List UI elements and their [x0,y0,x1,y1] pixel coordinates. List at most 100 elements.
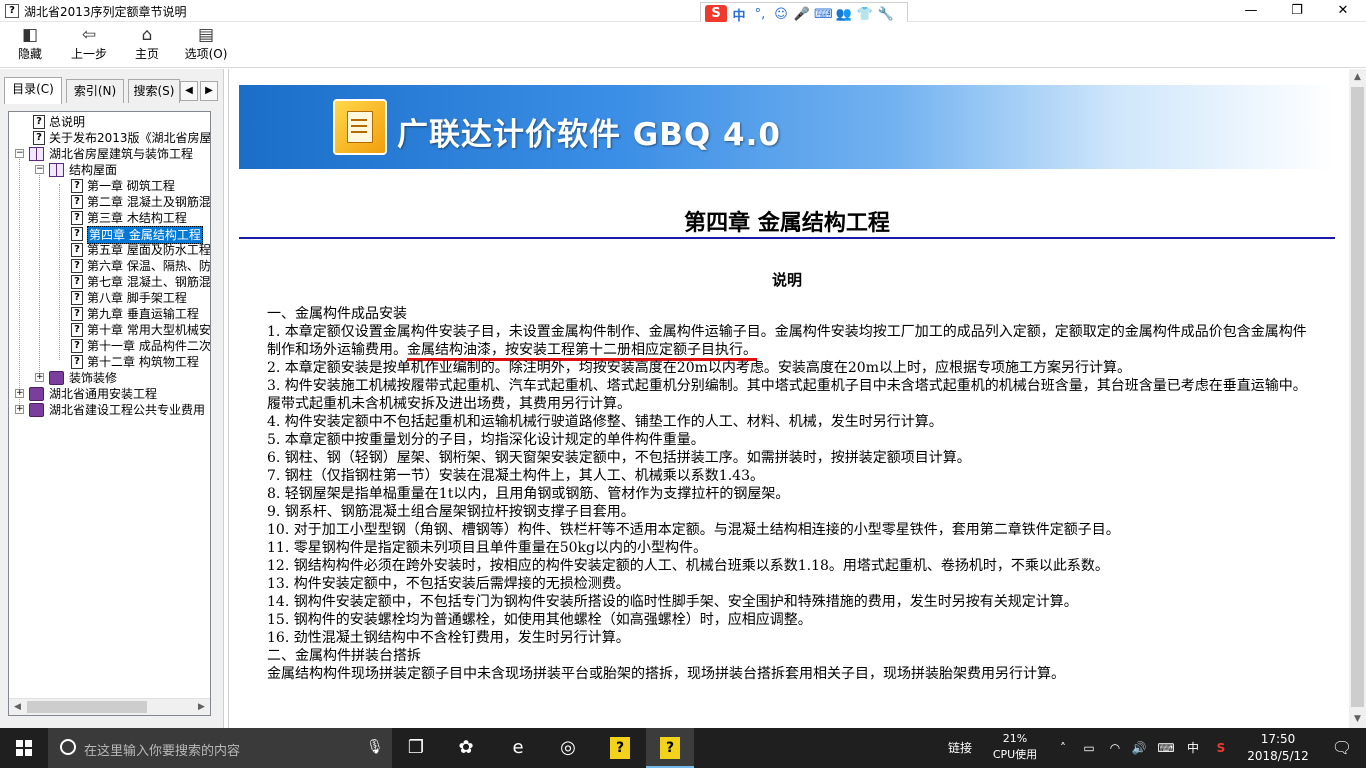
help-page-icon: ? [71,291,83,305]
expand-icon[interactable]: + [15,389,24,398]
task-view-icon[interactable]: ❐ [392,728,440,768]
options-button[interactable]: ▤ 选项(O) [182,24,230,66]
tree-item-label: 结构屋面 [69,163,118,177]
edge-browser-icon[interactable]: e [494,728,542,768]
tree-item-decoration[interactable]: + 装饰装修 [9,370,209,386]
tree-item-chapter-2[interactable]: ? 第二章 混凝土及钢筋混 [9,194,210,210]
cpu-percent: 21% [1002,732,1028,745]
scroll-down-icon[interactable]: ▼ [1349,711,1366,728]
tree-item-chapter-11[interactable]: ? 第十一章 成品构件二次 [9,338,211,354]
book-open-icon [49,163,64,177]
tree-item-chapter-12[interactable]: ? 第十二章 构筑物工程 [9,354,209,370]
clock[interactable]: 17:50 2018/5/12 [1242,731,1314,765]
help-page-icon: ? [71,339,83,353]
swirl-app-icon[interactable]: ◎ [544,728,592,768]
taskbar-search-box[interactable]: 在这里输入你要搜索的内容 🎙 [48,728,392,768]
show-hidden-icons-icon[interactable]: ˄ [1052,728,1074,768]
tree-item-chapter-3[interactable]: ? 第三章 木结构工程 [9,210,209,226]
ime-emoji-icon[interactable]: ☺ [772,7,790,22]
tree-item-chapter-6[interactable]: ? 第六章 保温、隔热、防 [9,258,210,274]
tree-item-chapter-1[interactable]: ? 第一章 砌筑工程 [9,178,209,194]
product-brand: 广联达计价软件 GBQ 4.0 [397,117,781,153]
help-app-active-icon[interactable]: ? [646,728,694,768]
tree-item-general-notes[interactable]: ? 总说明 [9,114,209,130]
maximize-button[interactable]: ❐ [1274,0,1320,22]
tree-item-chapter-10[interactable]: ? 第十章 常用大型机械安 [9,322,210,338]
ime-punctuation-toggle[interactable]: °, [751,7,769,22]
wifi-icon[interactable]: ◠ [1104,728,1126,768]
close-button[interactable]: ✕ [1320,0,1366,22]
scroll-right-icon[interactable]: ▶ [193,699,210,715]
input-language-indicator[interactable]: 中 [1182,728,1204,768]
tree-item-chapter-8[interactable]: ? 第八章 脚手架工程 [9,290,209,306]
ime-language-toggle[interactable]: 中 [730,5,748,24]
tree-item-label: 第十一章 成品构件二次 [87,339,211,353]
home-button[interactable]: ⌂ 主页 [128,24,166,66]
help-page-icon: ? [71,195,83,209]
tab-index[interactable]: 索引(N) [66,79,124,103]
touch-keyboard-icon[interactable]: ⌨ [1154,728,1178,768]
minimize-button[interactable]: — [1228,0,1274,22]
volume-icon[interactable]: 🔊 [1128,728,1150,768]
help-glyph: ? [610,737,630,759]
tab-search[interactable]: 搜索(S) [128,79,180,103]
paragraph: 6. 钢柱、钢（轻钢）屋架、钢桁架、钢天窗架安装定额中，不包括拼装工序。如需拼装… [267,450,971,466]
action-center-icon[interactable]: 🗨 [1322,728,1362,768]
ime-voice-icon[interactable]: 🎤 [793,7,811,22]
help-page-icon: ? [71,179,83,193]
link-toolbar[interactable]: 链接 [942,728,978,768]
tree-item-label: 总说明 [49,115,86,129]
help-app-icon[interactable]: ? [596,728,644,768]
cpu-label: CPU使用 [992,748,1038,761]
nav-tabs: 目录(C) 索引(N) 搜索(S) ◀ ▶ [4,77,220,104]
paragraph: 14. 钢构件安装定额中，不包括专门为钢构件安装所搭设的临时性脚手架、安全围护和… [267,594,1078,610]
paragraph: 1. 本章定额仅设置金属构件安装子目，未设置金属构件制作、金属构件运输子目。金属… [267,323,1307,359]
sogou-logo-icon[interactable]: S [705,5,727,23]
ime-skin-icon[interactable]: 👕 [856,7,874,22]
tree-item-release-notice[interactable]: ? 关于发布2013版《湖北省房屋 [9,130,210,146]
collapse-icon[interactable]: − [15,149,24,158]
sogou-tray-icon[interactable]: S [1210,728,1232,768]
tree-item-building-decoration[interactable]: − 湖北省房屋建筑与装饰工程 [9,146,209,162]
flower-app-icon[interactable]: ✿ [442,728,490,768]
tree-item-chapter-9[interactable]: ? 第九章 垂直运输工程 [9,306,209,322]
back-label: 上一步 [70,47,107,61]
tab-scroll-left-icon[interactable]: ◀ [180,81,198,101]
hide-button[interactable]: ◧ 隐藏 [10,24,50,66]
back-button[interactable]: ⇦ 上一步 [66,24,112,66]
start-button[interactable] [0,728,48,768]
ime-keyboard-icon[interactable]: ⌨ [814,7,833,22]
scroll-up-icon[interactable]: ▲ [1349,69,1366,86]
paragraph: 15. 钢构件的安装螺栓均为普通螺栓，如使用其他螺栓（如高强螺栓）时，应相应调整… [267,612,812,628]
title-divider [239,237,1335,239]
battery-icon[interactable]: ▭ [1078,728,1100,768]
ime-settings-icon[interactable]: 🔧 [877,7,895,22]
ime-user-icon[interactable]: 👥 [835,7,853,22]
cpu-usage[interactable]: 21% CPU使用 [984,731,1046,763]
expand-icon[interactable]: + [35,373,44,382]
tree-item-label: 第七章 混凝土、钢筋混 [87,275,211,289]
home-icon: ⌂ [141,25,153,45]
help-page-icon: ? [33,115,45,129]
tree-item-chapter-7[interactable]: ? 第七章 混凝土、钢筋混 [9,274,211,290]
scroll-left-icon[interactable]: ◀ [9,699,26,715]
microphone-icon[interactable]: 🎙 [366,739,384,755]
tree-item-general-installation[interactable]: + 湖北省通用安装工程 [9,386,209,402]
collapse-icon[interactable]: − [35,165,44,174]
content-vertical-scrollbar[interactable]: ▲ ▼ [1349,69,1366,728]
options-icon: ▤ [197,25,215,45]
paragraph: 5. 本章定额中按重量划分的子目，均指深化设计规定的单件构件重量。 [267,432,705,448]
help-page-icon: ? [71,243,83,257]
tree-item-chapter-5[interactable]: ? 第五章 屋面及防水工程 [9,242,210,258]
tree-horizontal-scrollbar[interactable]: ◀ ▶ [9,698,210,715]
help-page-icon: ? [71,307,83,321]
tree-item-chapter-4[interactable]: ? 第四章 金属结构工程 [9,226,209,244]
tree-item-label: 第十二章 构筑物工程 [87,355,199,369]
scroll-thumb[interactable] [1351,87,1364,707]
expand-icon[interactable]: + [15,405,24,414]
scroll-thumb[interactable] [27,701,147,713]
tab-contents[interactable]: 目录(C) [4,77,62,104]
tree-item-public-fees[interactable]: + 湖北省建设工程公共专业费用 [9,402,209,418]
tree-item-structure-roof[interactable]: − 结构屋面 [9,162,209,178]
tab-scroll-right-icon[interactable]: ▶ [200,81,218,101]
